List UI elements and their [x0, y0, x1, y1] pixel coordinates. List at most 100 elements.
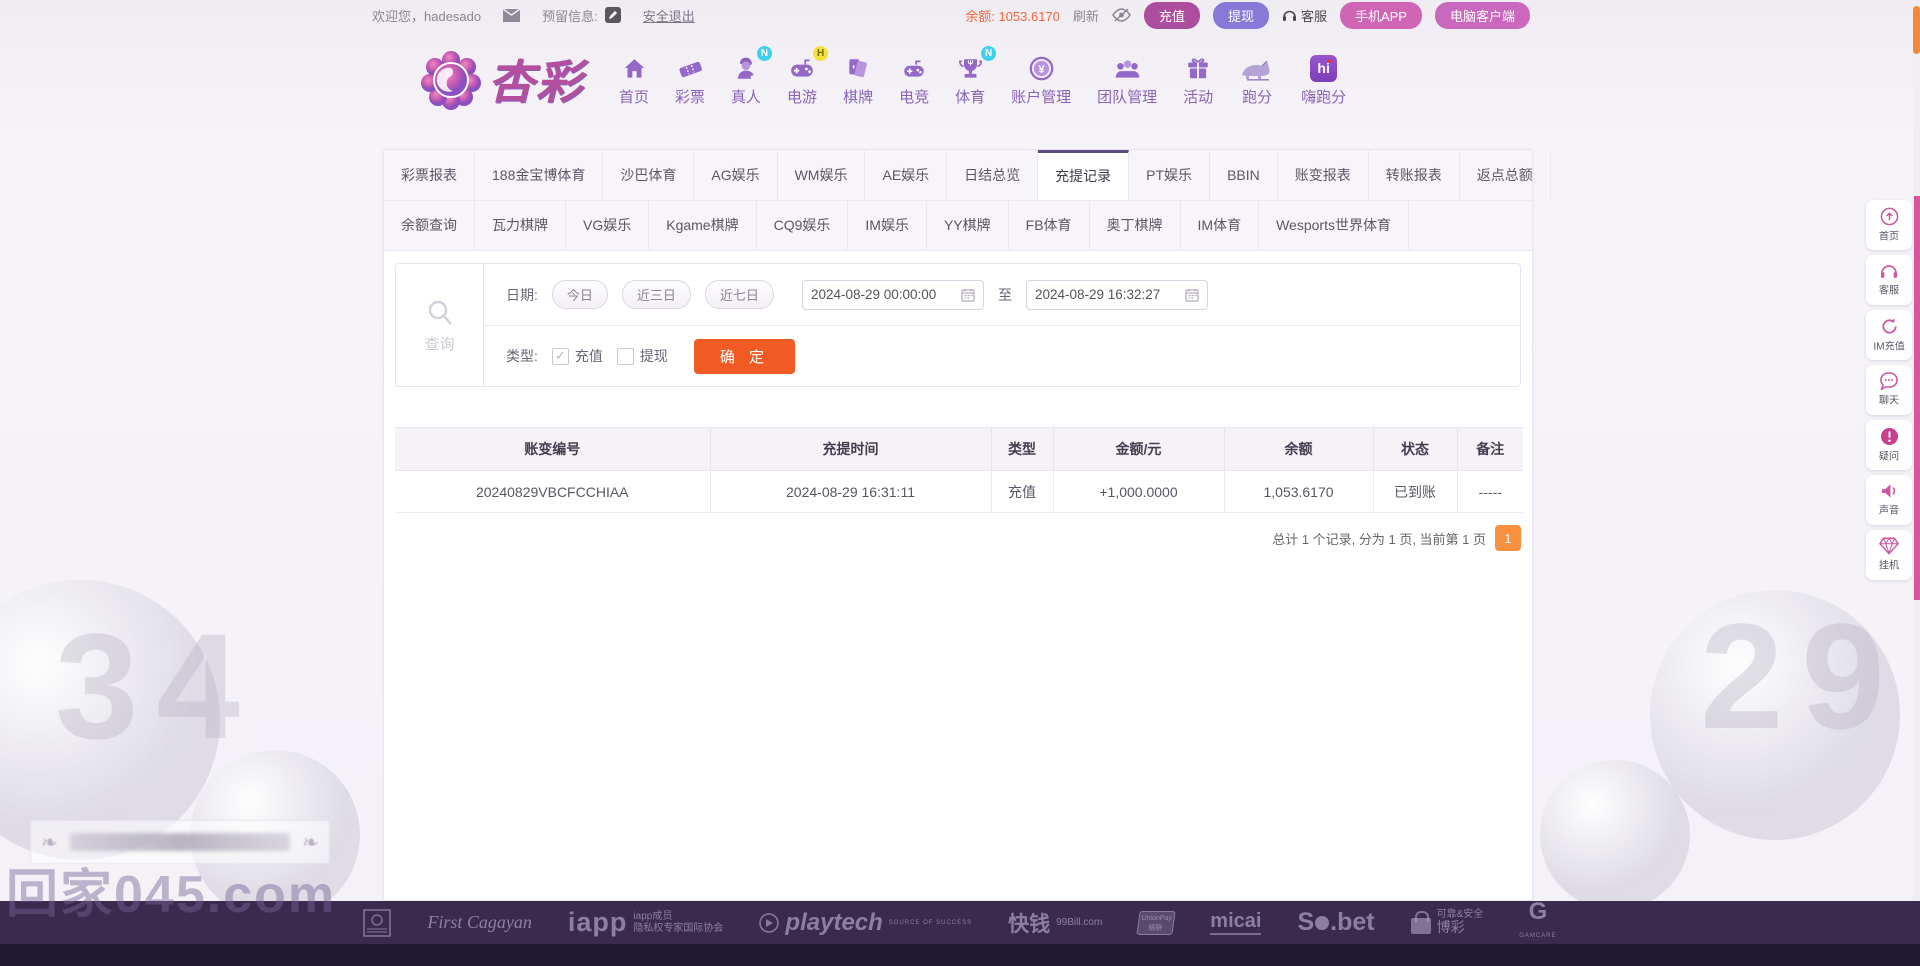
tab-vg[interactable]: VG娱乐 — [566, 201, 649, 250]
chat-icon — [1879, 372, 1899, 390]
page-1-button[interactable]: 1 — [1495, 525, 1521, 551]
cell-balance: 1,053.6170 — [1224, 471, 1373, 513]
customer-service-link[interactable]: 客服 — [1282, 6, 1327, 25]
back-top-icon — [1880, 207, 1899, 226]
tab-deposit-withdraw-records[interactable]: 充提记录 — [1038, 150, 1129, 200]
side-toolbar: 首页 客服 IM充值 聊天 疑问 声音 挂机 — [1866, 200, 1912, 580]
nav-item-lottery[interactable]: 彩票 — [662, 52, 718, 107]
col-amount: 金额/元 — [1053, 428, 1224, 471]
nav-item-board-games[interactable]: 棋牌 — [830, 52, 886, 107]
table-row: 20240829VBCFCCHIAA 2024-08-29 16:31:11 充… — [395, 471, 1523, 513]
gamepad-icon — [788, 52, 816, 82]
footer-iapp-logo: iapp iapp成员隐私权专家国际协会 — [568, 907, 724, 938]
reserved-info-label: 预留信息: — [542, 6, 598, 25]
main-panel: 彩票报表 188金宝博体育 沙巴体育 AG娱乐 WM娱乐 AE娱乐 日结总览 充… — [383, 149, 1533, 901]
tab-balance-query[interactable]: 余额查询 — [384, 201, 475, 250]
rhino-icon — [1239, 52, 1275, 82]
recharge-button[interactable]: 充值 — [1144, 2, 1200, 29]
cell-record-id: 20240829VBCFCCHIAA — [395, 471, 710, 513]
tab-188-sports[interactable]: 188金宝博体育 — [475, 150, 603, 200]
date-from-input[interactable]: 2024-08-29 00:00:00 — [802, 280, 984, 310]
withdraw-checkbox[interactable] — [617, 348, 634, 365]
tab-cq9[interactable]: CQ9娱乐 — [757, 201, 849, 250]
seal-icon — [363, 909, 391, 937]
new-badge: N — [981, 46, 996, 61]
side-question-button[interactable]: 疑问 — [1866, 420, 1912, 470]
refresh-balance-link[interactable]: 刷新 — [1073, 6, 1099, 25]
edit-icon[interactable] — [605, 7, 621, 23]
brand-logo[interactable]: 杏彩 — [420, 46, 584, 112]
recharge-checkbox[interactable] — [552, 348, 569, 365]
tab-bbin[interactable]: BBIN — [1210, 150, 1278, 200]
range-today-button[interactable]: 今日 — [552, 280, 608, 309]
page: 34 29 欢迎您，hadesado 预留信息: 安全退出 余额: 1053.6… — [0, 0, 1920, 966]
nav-item-paofen[interactable]: 跑分 — [1226, 52, 1288, 107]
date-filter-row: 日期: 今日 近三日 近七日 2024-08-29 00:00:00 至 202… — [484, 264, 1520, 325]
tab-rebate-total[interactable]: 返点总额 — [1460, 150, 1551, 200]
tab-daily-summary[interactable]: 日结总览 — [947, 150, 1038, 200]
nav-item-account[interactable]: ¥ 账户管理 — [998, 52, 1084, 107]
tab-lottery-report[interactable]: 彩票报表 — [384, 150, 475, 200]
range-3days-button[interactable]: 近三日 — [622, 280, 691, 309]
message-icon[interactable] — [503, 9, 520, 22]
eye-off-icon[interactable] — [1112, 8, 1131, 22]
nav-item-sports[interactable]: N Ψ 体育 — [942, 52, 998, 107]
col-type: 类型 — [991, 428, 1053, 471]
nav-item-live[interactable]: N 真人 — [718, 52, 774, 107]
sound-icon — [1880, 482, 1899, 500]
team-icon — [1113, 52, 1142, 82]
tab-im-sports[interactable]: IM体育 — [1181, 201, 1260, 250]
tab-ag[interactable]: AG娱乐 — [694, 150, 777, 200]
logout-link[interactable]: 安全退出 — [643, 6, 695, 25]
col-time: 充提时间 — [710, 428, 991, 471]
pagination-summary: 总计 1 个记录, 分为 1 页, 当前第 1 页 — [1272, 529, 1486, 548]
tab-shaba-sports[interactable]: 沙巴体育 — [603, 150, 694, 200]
side-service-button[interactable]: 客服 — [1866, 255, 1912, 305]
withdraw-button[interactable]: 提现 — [1213, 2, 1269, 29]
side-afk-button[interactable]: 挂机 — [1866, 530, 1912, 580]
nav-item-team[interactable]: 团队管理 — [1084, 52, 1170, 107]
scrollbar-thumb[interactable] — [1913, 6, 1920, 54]
tab-ae[interactable]: AE娱乐 — [865, 150, 947, 200]
live-person-icon — [733, 52, 760, 82]
side-im-recharge-button[interactable]: IM充值 — [1866, 310, 1912, 360]
tab-wali[interactable]: 瓦力棋牌 — [475, 201, 566, 250]
confirm-button[interactable]: 确 定 — [694, 339, 795, 374]
top-bar: 欢迎您，hadesado 预留信息: 安全退出 余额: 1053.6170 刷新… — [0, 0, 1920, 30]
tab-wm[interactable]: WM娱乐 — [778, 150, 866, 200]
mobile-app-button[interactable]: 手机APP — [1340, 2, 1422, 29]
nav-item-promotions[interactable]: 活动 — [1170, 52, 1226, 107]
tab-fb-sports[interactable]: FB体育 — [1009, 201, 1090, 250]
leaf-ornament-icon: ❧ — [302, 830, 319, 855]
question-icon — [1880, 427, 1899, 446]
side-home-button[interactable]: 首页 — [1866, 200, 1912, 250]
range-7days-button[interactable]: 近七日 — [705, 280, 774, 309]
tab-transfer-report[interactable]: 转账报表 — [1369, 150, 1460, 200]
date-to-input[interactable]: 2024-08-29 16:32:27 — [1026, 280, 1208, 310]
tab-account-change-report[interactable]: 账变报表 — [1278, 150, 1369, 200]
nav-item-egames[interactable]: H 电游 — [774, 52, 830, 107]
status-badge: 已到账 — [1373, 471, 1457, 513]
esports-icon — [900, 52, 928, 82]
footer-sbet-logo: S.bet — [1297, 908, 1374, 937]
side-sound-button[interactable]: 声音 — [1866, 475, 1912, 525]
withdraw-checkbox-label: 提现 — [640, 346, 668, 366]
trophy-icon: Ψ — [957, 52, 984, 82]
tab-aoding[interactable]: 奥丁棋牌 — [1090, 201, 1181, 250]
tab-pt[interactable]: PT娱乐 — [1129, 150, 1210, 200]
nav-item-esports[interactable]: 电竞 — [886, 52, 942, 107]
nav-item-home[interactable]: 首页 — [606, 52, 662, 107]
home-icon — [621, 52, 648, 82]
side-chat-button[interactable]: 聊天 — [1866, 365, 1912, 415]
refresh-icon — [1880, 317, 1899, 336]
tab-yy[interactable]: YY棋牌 — [927, 201, 1009, 250]
nav-item-hi-paofen[interactable]: hi 嗨跑分 — [1288, 52, 1359, 107]
new-badge: N — [757, 46, 772, 61]
tab-kgame[interactable]: Kgame棋牌 — [649, 201, 756, 250]
pc-client-button[interactable]: 电脑客户端 — [1435, 2, 1530, 29]
tab-wesports[interactable]: Wesports世界体育 — [1259, 201, 1409, 250]
tab-im-casino[interactable]: IM娱乐 — [848, 201, 927, 250]
svg-text:¥: ¥ — [1038, 64, 1045, 76]
query-zone: 查询 — [396, 264, 484, 386]
cards-icon — [845, 52, 871, 82]
